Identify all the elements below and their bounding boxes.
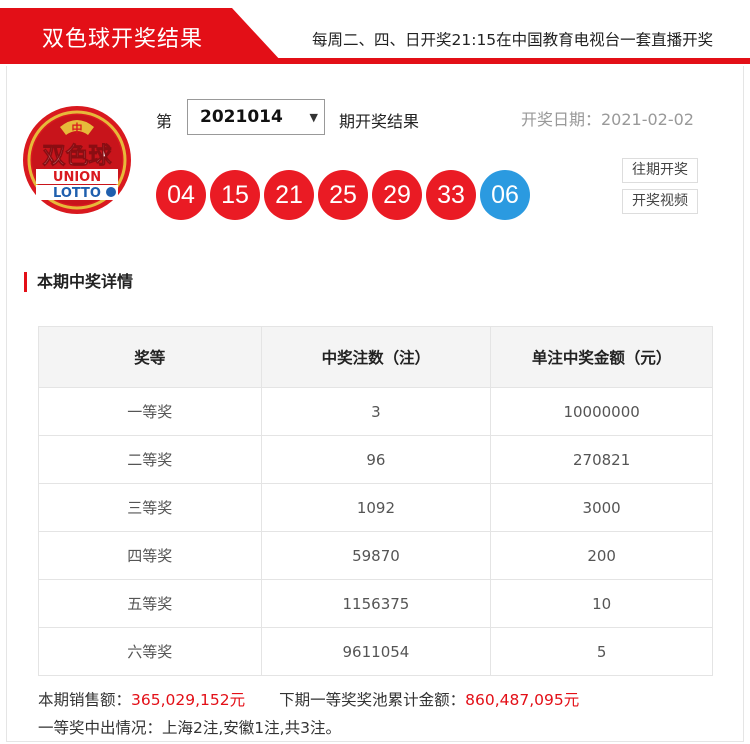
red-ball: 33 bbox=[426, 170, 476, 220]
logo-cn-text: 双色球 bbox=[43, 142, 113, 169]
prize-amount-cell: 10 bbox=[490, 579, 713, 628]
issue-select[interactable]: 2021014 ▼ bbox=[187, 99, 325, 135]
prize-amount-cell: 10000000 bbox=[490, 387, 713, 436]
draw-date: 开奖日期：2021-02-02 bbox=[521, 110, 694, 129]
table-row: 六等奖 9611054 5 bbox=[38, 627, 713, 676]
column-header-prize-amount: 单注中奖金额（元） bbox=[490, 326, 713, 388]
winning-count-cell: 1092 bbox=[260, 483, 492, 532]
red-ball: 15 bbox=[210, 170, 260, 220]
prize-amount-cell: 5 bbox=[490, 627, 713, 676]
prize-level-cell: 二等奖 bbox=[38, 435, 262, 484]
union-lotto-logo: 中 双色球 UNION LOTTO bbox=[23, 106, 131, 214]
prize-level-cell: 四等奖 bbox=[38, 531, 262, 580]
history-draws-button[interactable]: 往期开奖 bbox=[622, 158, 698, 183]
issue-select-value: 2021014 bbox=[200, 107, 283, 127]
table-header-row: 奖等 中奖注数（注） 单注中奖金额（元） bbox=[38, 326, 713, 388]
header-bar: 双色球开奖结果 每周二、四、日开奖21:15在中国教育电视台一套直播开奖 bbox=[0, 0, 750, 66]
issue-prefix-label: 第 bbox=[156, 112, 173, 131]
logo-en-line1: UNION bbox=[53, 170, 101, 185]
red-ball: 04 bbox=[156, 170, 206, 220]
prize-level-cell: 五等奖 bbox=[38, 579, 262, 628]
svg-text:中: 中 bbox=[72, 121, 83, 135]
logo-en-line2: LOTTO bbox=[53, 186, 101, 201]
prize-amount-cell: 270821 bbox=[490, 435, 713, 484]
sales-summary: 本期销售额：365,029,152元 下期一等奖奖池累计金额：860,487,09… bbox=[38, 688, 579, 710]
prize-level-cell: 三等奖 bbox=[38, 483, 262, 532]
prize-amount-cell: 200 bbox=[490, 531, 713, 580]
winning-count-cell: 1156375 bbox=[260, 579, 492, 628]
prize-table: 奖等 中奖注数（注） 单注中奖金额（元） 一等奖 3 10000000 二等奖 … bbox=[38, 326, 713, 676]
draw-schedule-notice: 每周二、四、日开奖21:15在中国教育电视台一套直播开奖 bbox=[312, 31, 714, 49]
prize-level-cell: 一等奖 bbox=[38, 387, 262, 436]
table-row: 二等奖 96 270821 bbox=[38, 435, 713, 484]
blue-ball: 06 bbox=[480, 170, 530, 220]
header-title-tab: 双色球开奖结果 bbox=[0, 8, 282, 62]
issue-suffix-label: 期开奖结果 bbox=[339, 112, 420, 131]
red-ball: 29 bbox=[372, 170, 422, 220]
table-row: 五等奖 1156375 10 bbox=[38, 579, 713, 628]
red-ball: 25 bbox=[318, 170, 368, 220]
table-row: 四等奖 59870 200 bbox=[38, 531, 713, 580]
winning-count-cell: 96 bbox=[260, 435, 492, 484]
sales-label: 本期销售额： bbox=[38, 691, 132, 709]
lottery-results-page: 双色球开奖结果 每周二、四、日开奖21:15在中国教育电视台一套直播开奖 中 双… bbox=[0, 0, 750, 744]
sales-value: 365,029,152元 bbox=[131, 691, 246, 709]
header-title: 双色球开奖结果 bbox=[42, 27, 204, 52]
winning-count-cell: 59870 bbox=[260, 531, 492, 580]
column-header-prize-level: 奖等 bbox=[38, 326, 262, 388]
prize-amount-cell: 3000 bbox=[490, 483, 713, 532]
table-row: 一等奖 3 10000000 bbox=[38, 387, 713, 436]
chevron-down-icon: ▼ bbox=[309, 111, 318, 124]
winning-count-cell: 9611054 bbox=[260, 627, 492, 676]
jackpot-pool-value: 860,487,095元 bbox=[465, 691, 580, 709]
table-row: 三等奖 1092 3000 bbox=[38, 483, 713, 532]
winning-count-cell: 3 bbox=[260, 387, 492, 436]
first-prize-winners: 一等奖中出情况：上海2注,安徽1注,共3注。 bbox=[38, 719, 341, 737]
prize-level-cell: 六等奖 bbox=[38, 627, 262, 676]
prize-details-title: 本期中奖详情 bbox=[24, 272, 133, 292]
jackpot-pool-label: 下期一等奖奖池累计金额： bbox=[279, 691, 466, 709]
column-header-winning-count: 中奖注数（注） bbox=[260, 326, 492, 388]
draw-video-button[interactable]: 开奖视频 bbox=[622, 189, 698, 214]
red-ball: 21 bbox=[264, 170, 314, 220]
